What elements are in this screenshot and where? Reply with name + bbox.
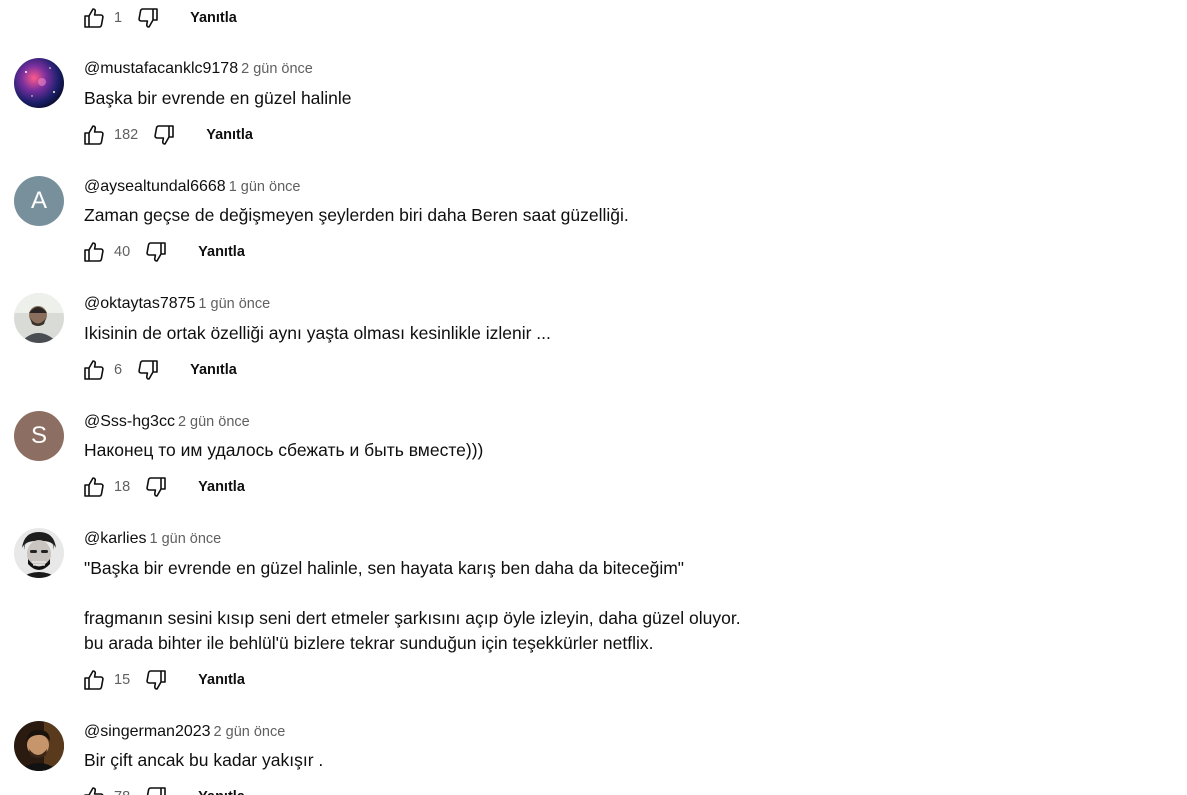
comment-time[interactable]: 2 gün önce: [214, 724, 286, 740]
reply-button[interactable]: Yanıtla: [190, 10, 237, 26]
comment-author[interactable]: @aysealtundal6668: [84, 178, 226, 195]
like-count: 40: [114, 244, 131, 260]
comment-actions: 15 Yanıtla: [80, 665, 245, 695]
like-count: 78: [114, 789, 130, 795]
comment-time[interactable]: 2 gün önce: [178, 414, 250, 430]
reply-button[interactable]: Yanıtla: [198, 789, 245, 795]
comment-actions: 78 Yanıtla: [80, 782, 245, 795]
like-count: 182: [114, 127, 139, 143]
dislike-icon[interactable]: [150, 121, 178, 149]
comment-text: Ikisinin de ortak özelliği aynı yaşta ol…: [84, 323, 551, 343]
like-count: 15: [114, 672, 131, 688]
comment-time[interactable]: 1 gün önce: [149, 531, 221, 547]
reply-button[interactable]: Yanıtla: [190, 362, 237, 378]
comment-author[interactable]: @oktaytas7875: [84, 295, 195, 312]
comment-text: Başka bir evrende en güzel halinle: [84, 88, 352, 108]
reply-button[interactable]: Yanıtla: [206, 127, 253, 143]
comment-author[interactable]: @singerman2023: [84, 723, 211, 740]
comment-actions: 18 Yanıtla: [80, 472, 245, 502]
like-icon[interactable]: [80, 666, 108, 694]
comment-time[interactable]: 1 gün önce: [198, 296, 270, 312]
reply-button[interactable]: Yanıtla: [198, 244, 245, 260]
like-count: 1: [114, 10, 123, 26]
dislike-icon[interactable]: [142, 473, 170, 501]
comment-text: Bir çift ancak bu kadar yakışır .: [84, 750, 324, 770]
reply-button[interactable]: Yanıtla: [198, 672, 245, 688]
like-icon[interactable]: [80, 4, 108, 32]
dislike-icon[interactable]: [134, 4, 162, 32]
like-icon[interactable]: [80, 121, 108, 149]
dislike-icon[interactable]: [142, 666, 170, 694]
comment-list: 1 Yanıtla @mustafacanklc9178 2 gün önce …: [0, 0, 1187, 795]
comment-time[interactable]: 2 gün önce: [241, 61, 313, 77]
comment-text: "Başka bir evrende en güzel halinle, sen…: [84, 558, 741, 653]
comment-text: Наконец то им удалось сбежать и быть вме…: [84, 440, 484, 460]
comment-actions: 6 Yanıtla: [80, 355, 237, 385]
like-icon[interactable]: [80, 473, 108, 501]
letter-avatar[interactable]: S: [14, 411, 64, 461]
comment-actions: 40 Yanıtla: [80, 237, 245, 267]
letter-avatar[interactable]: A: [14, 176, 64, 226]
comment-text: Zaman geçse de değişmeyen şeylerden biri…: [84, 205, 629, 225]
masked-face-avatar[interactable]: [14, 528, 64, 578]
person-photo-avatar[interactable]: [14, 721, 64, 771]
comment-time[interactable]: 1 gün önce: [229, 179, 301, 195]
like-icon[interactable]: [80, 356, 108, 384]
person-photo-avatar[interactable]: [14, 293, 64, 343]
dislike-icon[interactable]: [142, 783, 170, 795]
galaxy-avatar[interactable]: [14, 58, 64, 108]
dislike-icon[interactable]: [134, 356, 162, 384]
comment-author[interactable]: @karlies: [84, 530, 146, 547]
like-icon[interactable]: [80, 783, 108, 795]
comment-actions: 182 Yanıtla: [80, 120, 253, 150]
comment-actions: 1 Yanıtla: [80, 3, 237, 33]
comment-author[interactable]: @Sss-hg3cc: [84, 413, 175, 430]
comment-author[interactable]: @mustafacanklc9178: [84, 60, 238, 77]
dislike-icon[interactable]: [142, 238, 170, 266]
like-count: 18: [114, 479, 131, 495]
like-count: 6: [114, 362, 123, 378]
like-icon[interactable]: [80, 238, 108, 266]
reply-button[interactable]: Yanıtla: [198, 479, 245, 495]
